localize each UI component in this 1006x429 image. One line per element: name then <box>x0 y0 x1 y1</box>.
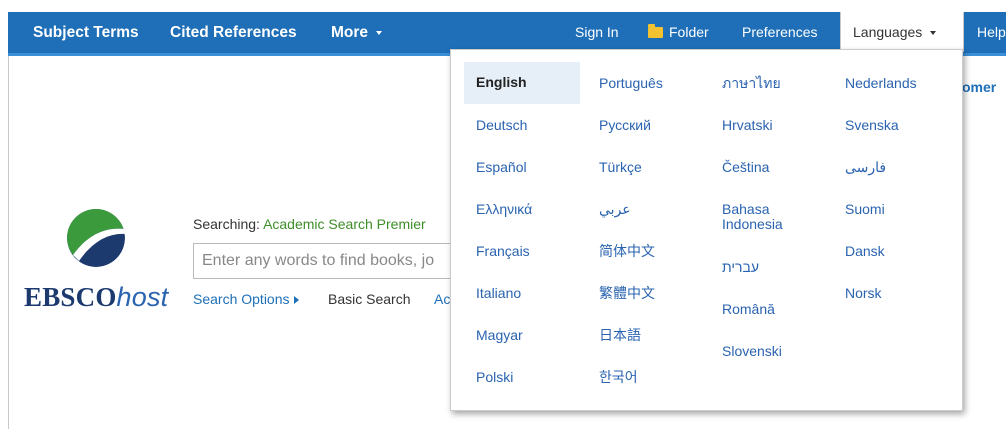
lang-option-slovenski[interactable]: Slovenski <box>722 344 782 359</box>
database-link[interactable]: Academic Search Premier <box>263 216 426 232</box>
ebscohost-wordmark: EBSCOhost <box>24 282 168 313</box>
basic-search-link[interactable]: Basic Search <box>328 291 410 307</box>
lang-option-polski[interactable]: Polski <box>476 370 513 385</box>
chevron-down-icon <box>376 30 383 35</box>
lang-option-japanese[interactable]: 日本語 <box>599 328 641 343</box>
lang-option-espanol[interactable]: Español <box>476 160 527 175</box>
lang-option-romana[interactable]: Română <box>722 302 775 317</box>
lang-option-korean[interactable]: 한국어 <box>599 370 638 385</box>
triangle-right-icon <box>293 296 299 304</box>
nav-cited-references[interactable]: Cited References <box>170 12 297 53</box>
customer-text-partial: omer <box>962 79 997 95</box>
chevron-down-icon <box>930 31 937 36</box>
lang-option-norsk[interactable]: Norsk <box>845 286 882 301</box>
nav-more-label: More <box>331 24 369 41</box>
search-input[interactable]: Enter any words to find books, jo <box>193 243 455 279</box>
lang-option-arabic[interactable]: عربي <box>599 202 631 217</box>
lang-option-svenska[interactable]: Svenska <box>845 118 899 133</box>
lang-option-hebrew[interactable]: עברית <box>722 260 759 275</box>
lang-option-turkce[interactable]: Türkçe <box>599 160 642 175</box>
searching-label: Searching: <box>193 216 260 232</box>
folder-icon <box>648 24 663 38</box>
lang-option-francais[interactable]: Français <box>476 244 530 259</box>
lang-option-english[interactable]: English <box>464 62 580 104</box>
lang-option-nederlands[interactable]: Nederlands <box>845 76 917 91</box>
lang-option-portugues[interactable]: Português <box>599 76 663 91</box>
nav-folder[interactable]: Folder <box>648 12 709 53</box>
nav-sign-in[interactable]: Sign In <box>575 12 619 53</box>
search-options-label: Search Options <box>193 291 290 307</box>
nav-preferences[interactable]: Preferences <box>742 12 817 53</box>
searching-line: Searching: Academic Search Premier <box>193 216 426 232</box>
logo-host-text: host <box>116 282 169 312</box>
lang-option-chinese-traditional[interactable]: 繁體中文 <box>599 286 655 301</box>
lang-option-dansk[interactable]: Dansk <box>845 244 885 259</box>
nav-help[interactable]: Help <box>977 12 1006 53</box>
lang-option-suomi[interactable]: Suomi <box>845 202 885 217</box>
advanced-search-link-partial[interactable]: Ac <box>434 291 450 307</box>
lang-option-chinese-simplified[interactable]: 简体中文 <box>599 244 655 259</box>
nav-folder-label: Folder <box>669 24 709 40</box>
lang-option-bahasa-indonesia[interactable]: Bahasa Indonesia <box>722 202 822 232</box>
lang-option-italiano[interactable]: Italiano <box>476 286 521 301</box>
lang-option-magyar[interactable]: Magyar <box>476 328 523 343</box>
nav-subject-terms[interactable]: Subject Terms <box>33 12 139 53</box>
lang-option-hrvatski[interactable]: Hrvatski <box>722 118 773 133</box>
lang-option-cestina[interactable]: Čeština <box>722 160 769 175</box>
nav-more-menu[interactable]: More <box>331 12 383 53</box>
ebsco-logo-icon <box>67 209 125 267</box>
lang-option-russian[interactable]: Русский <box>599 118 651 133</box>
logo-ebsco-text: EBSCO <box>24 282 117 312</box>
nav-languages-label: Languages <box>853 24 923 40</box>
languages-dropdown: English Deutsch Español Ελληνικά Françai… <box>450 49 963 411</box>
search-options-link[interactable]: Search Options <box>193 291 299 307</box>
nav-languages-tab[interactable]: Languages <box>840 12 964 52</box>
lang-option-deutsch[interactable]: Deutsch <box>476 118 527 133</box>
lang-option-greek[interactable]: Ελληνικά <box>476 202 532 217</box>
lang-option-farsi[interactable]: فارسی <box>845 160 886 175</box>
lang-option-thai[interactable]: ภาษาไทย <box>722 76 781 91</box>
